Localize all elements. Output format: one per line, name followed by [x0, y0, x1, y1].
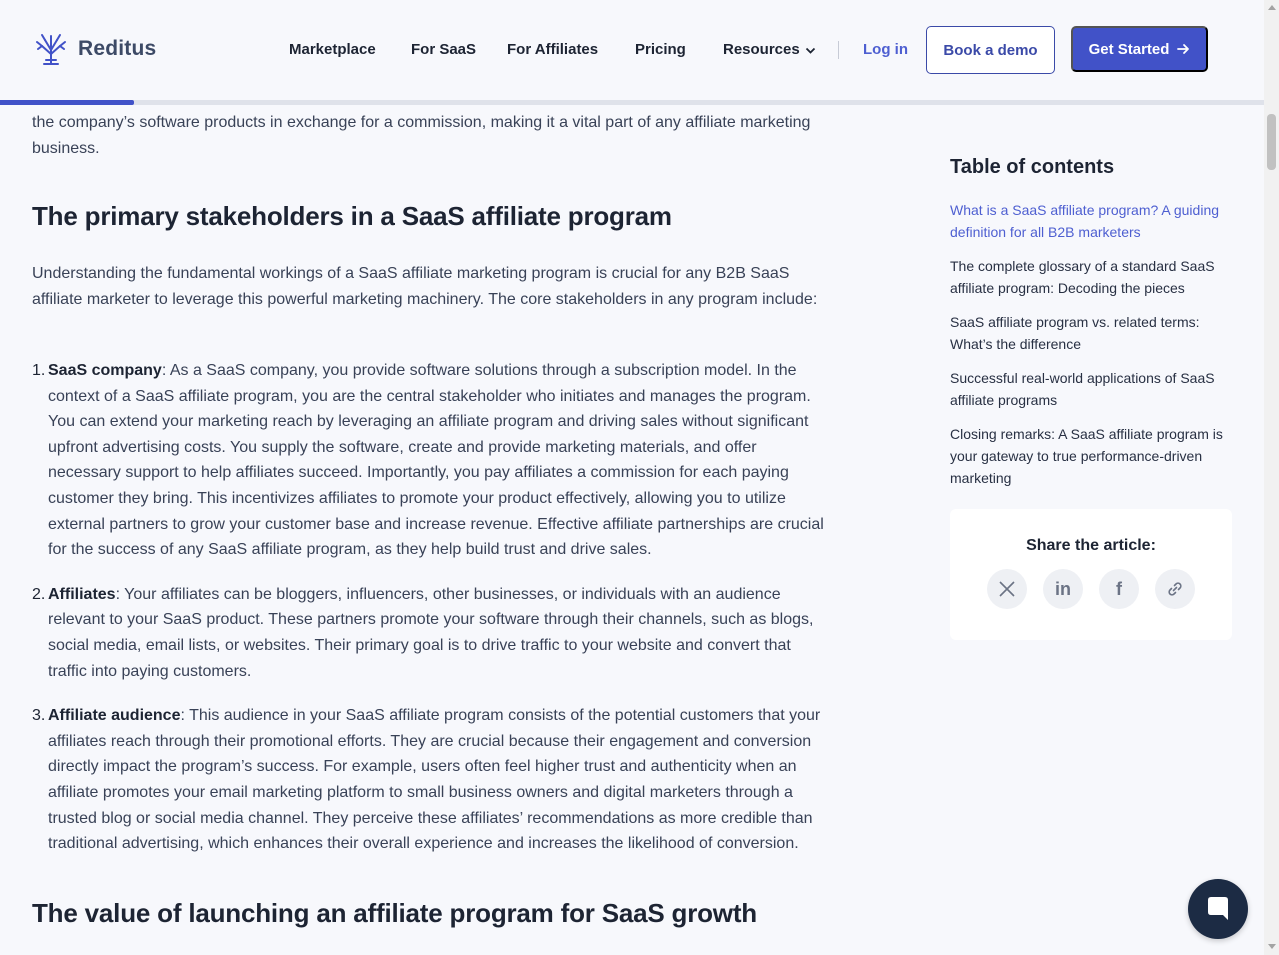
share-icons: in f: [987, 569, 1195, 609]
share-card: Share the article: in f: [950, 509, 1232, 640]
book-demo-button[interactable]: Book a demo: [926, 26, 1055, 74]
scroll-down-icon[interactable]: [1268, 944, 1276, 949]
list-item: 1. SaaS company: As a SaaS company, you …: [32, 358, 827, 563]
toc-item[interactable]: SaaS affiliate program vs. related terms…: [950, 311, 1235, 355]
chat-bubble-icon: [1208, 897, 1228, 920]
nav-for-affiliates[interactable]: For Affiliates: [507, 41, 598, 58]
facebook-icon[interactable]: f: [1099, 569, 1139, 609]
link-icon[interactable]: [1155, 569, 1195, 609]
nav-marketplace[interactable]: Marketplace: [289, 41, 376, 58]
nav-divider: [838, 41, 839, 59]
scroll-thumb[interactable]: [1267, 114, 1276, 170]
toc-item[interactable]: Successful real-world applications of Sa…: [950, 367, 1235, 411]
toc-item[interactable]: Closing remarks: A SaaS affiliate progra…: [950, 423, 1235, 489]
scroll-up-icon[interactable]: [1268, 5, 1276, 10]
stakeholders-intro: Understanding the fundamental workings o…: [32, 265, 818, 308]
list-text: : As a SaaS company, you provide softwar…: [48, 362, 824, 559]
list-number: 2.: [32, 585, 46, 603]
heading-value: The value of launching an affiliate prog…: [32, 898, 757, 928]
get-started-button[interactable]: Get Started: [1071, 26, 1208, 72]
nav-for-saas[interactable]: For SaaS: [411, 41, 476, 58]
list-term: SaaS company: [48, 362, 162, 379]
nav-pricing[interactable]: Pricing: [635, 41, 686, 58]
arrow-right-icon: [1177, 44, 1190, 54]
list-term: Affiliate audience: [48, 707, 181, 725]
heading-stakeholders: The primary stakeholders in a SaaS affil…: [32, 201, 672, 231]
login-link[interactable]: Log in: [863, 41, 908, 58]
linkedin-icon[interactable]: in: [1043, 569, 1083, 609]
chat-widget-button[interactable]: [1188, 879, 1248, 939]
page-scrollbar[interactable]: [1264, 0, 1279, 955]
list-text: : Your affiliates can be bloggers, influ…: [48, 585, 814, 680]
list-text: : This audience in your SaaS affiliate p…: [48, 707, 821, 853]
nav-resources[interactable]: Resources: [723, 41, 816, 59]
tree-logo-icon: [36, 34, 66, 65]
list-number: 1.: [32, 362, 46, 379]
x-icon[interactable]: [987, 569, 1027, 609]
chevron-down-icon: [805, 42, 816, 59]
list-term: Affiliates: [48, 585, 116, 603]
table-of-contents: Table of contents What is a SaaS affilia…: [950, 156, 1235, 501]
list-item: 2. Affiliates: Your affiliates can be bl…: [32, 582, 827, 684]
logo[interactable]: Reditus: [32, 30, 156, 68]
list-item: 3. Affiliate audience: This audience in …: [32, 703, 827, 857]
share-title: Share the article:: [1026, 537, 1156, 554]
intro-paragraph-tail: the company’s software products in excha…: [32, 114, 811, 157]
reading-progress-fill: [0, 100, 134, 105]
brand-name: Reditus: [78, 37, 157, 60]
toc-title: Table of contents: [950, 156, 1115, 178]
site-header: Reditus Marketplace For SaaS For Affilia…: [0, 0, 1264, 100]
list-number: 3.: [32, 707, 46, 725]
get-started-label: Get Started: [1088, 40, 1170, 58]
toc-item[interactable]: What is a SaaS affiliate program? A guid…: [950, 199, 1235, 243]
reading-progress-bar: [0, 100, 1264, 105]
stakeholders-list: 1. SaaS company: As a SaaS company, you …: [32, 358, 827, 876]
nav-resources-label: Resources: [723, 41, 800, 58]
toc-item[interactable]: The complete glossary of a standard SaaS…: [950, 255, 1235, 299]
